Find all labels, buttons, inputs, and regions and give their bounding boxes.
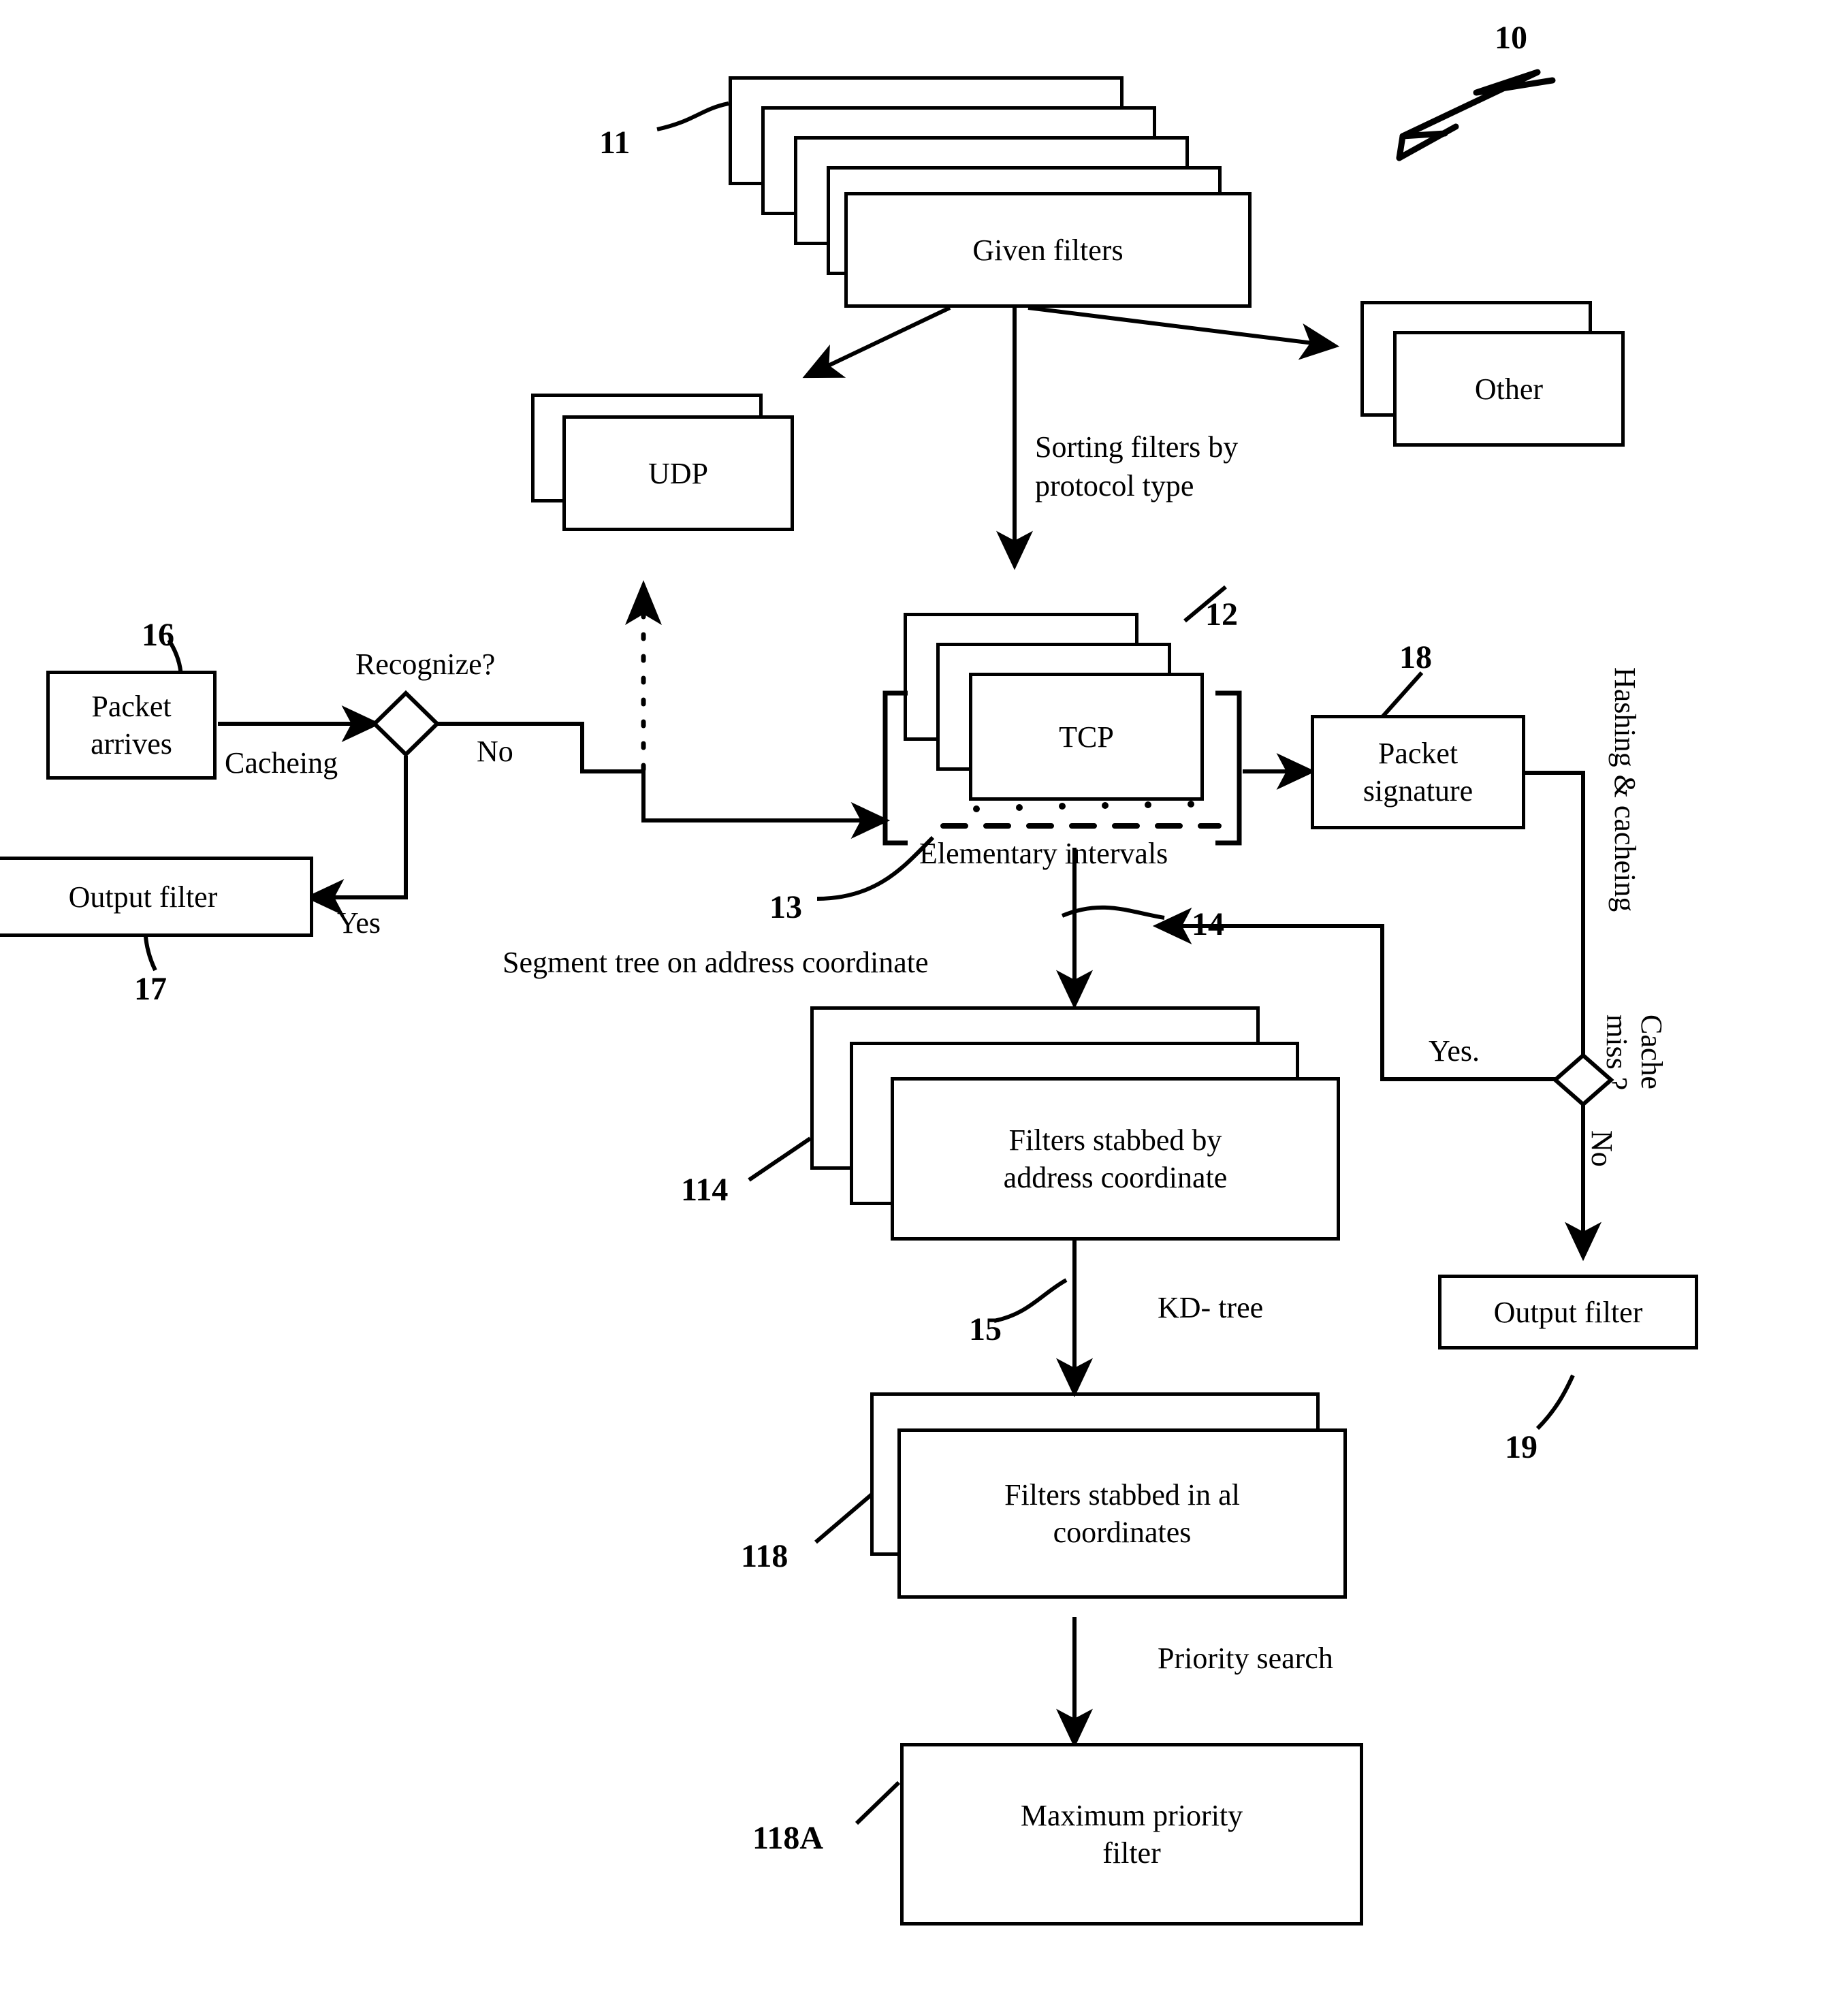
ref-numeral-118: 118 (741, 1538, 788, 1574)
figure-canvas: Given filters UDP Other TCP Packet arriv… (0, 0, 1848, 1997)
output-filter-right-label: Output filter (1493, 1295, 1643, 1329)
ref-numeral-14: 14 (1192, 906, 1224, 942)
other-label: Other (1474, 372, 1544, 406)
filters-stabbed-all-label: Filters stabbed in al coordinates (1004, 1478, 1240, 1549)
maximum-priority-filter-box[interactable]: Maximum priority filter (900, 1743, 1363, 1926)
recognize-diamond (371, 690, 441, 758)
cacheing-label: Cacheing (225, 746, 338, 780)
maximum-priority-filter-label: Maximum priority filter (1020, 1799, 1243, 1870)
cache-miss-no-label: No (1585, 1130, 1619, 1167)
udp-label: UDP (648, 456, 709, 490)
ref-numeral-114: 114 (681, 1172, 729, 1208)
ref-numeral-10: 10 (1495, 20, 1527, 56)
ref-numeral-12: 12 (1205, 596, 1238, 633)
sorting-filters-label: Sorting filters by protocol type (1035, 430, 1239, 503)
ref-numeral-11: 11 (599, 125, 631, 161)
udp-box[interactable]: UDP (562, 415, 794, 531)
ref-numeral-15: 15 (969, 1311, 1002, 1347)
filters-stabbed-all-box[interactable]: Filters stabbed in al coordinates (897, 1428, 1347, 1599)
ref-numeral-18: 18 (1399, 639, 1432, 675)
other-box[interactable]: Other (1393, 331, 1625, 447)
hashing-cacheing-label: Hashing & cacheing (1608, 667, 1642, 912)
recognize-yes-label: Yes (337, 906, 381, 940)
packet-arrives-box[interactable]: Packet arrives (46, 671, 217, 780)
output-filter-left-box[interactable]: Output filter (0, 857, 313, 937)
filters-stabbed-address-box[interactable]: Filters stabbed by address coordinate (891, 1077, 1340, 1241)
given-filters-box[interactable]: Given filters (844, 192, 1252, 308)
filters-stabbed-address-label: Filters stabbed by address coordinate (1003, 1123, 1228, 1194)
cache-miss-label: Cache miss ? (1600, 1015, 1668, 1091)
recognize-no-label: No (477, 735, 513, 768)
recognize-label: Recognize? (355, 648, 496, 681)
output-filter-right-box[interactable]: Output filter (1438, 1275, 1698, 1349)
priority-search-label: Priority search (1158, 1642, 1333, 1675)
elementary-intervals-label: Elementary intervals (919, 837, 1168, 870)
packet-arrives-label: Packet arrives (91, 690, 172, 761)
tcp-label: TCP (1059, 720, 1114, 754)
ref-numeral-17: 17 (134, 971, 167, 1007)
kd-tree-label: KD- tree (1158, 1291, 1264, 1324)
cache-miss-yes-label: Yes. (1429, 1034, 1480, 1068)
ref-numeral-118A: 118A (752, 1820, 824, 1856)
tcp-box[interactable]: TCP (969, 673, 1204, 801)
packet-signature-box[interactable]: Packet signature (1311, 715, 1525, 829)
given-filters-label: Given filters (972, 233, 1124, 267)
segment-tree-label: Segment tree on address coordinate (503, 946, 929, 979)
packet-signature-label: Packet signature (1363, 737, 1473, 808)
ref-numeral-13: 13 (769, 889, 802, 925)
output-filter-left-label: Output filter (68, 880, 218, 914)
ref-numeral-16: 16 (142, 617, 174, 653)
ref-numeral-19: 19 (1505, 1429, 1538, 1465)
